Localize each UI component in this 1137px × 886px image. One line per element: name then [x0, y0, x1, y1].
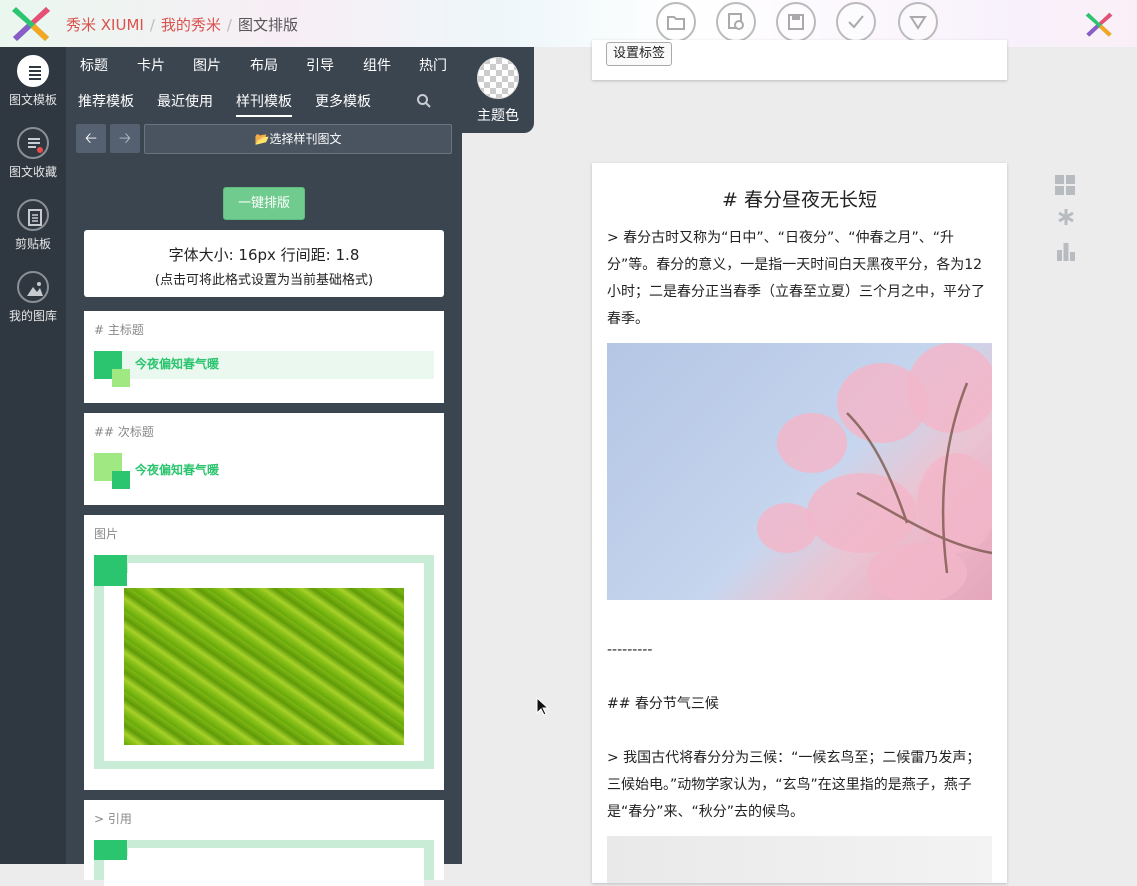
arrow-left-icon: 🡠 [84, 129, 98, 147]
article-divider[interactable]: --------- [607, 637, 993, 664]
set-tag-button[interactable]: 设置标签 [606, 42, 673, 66]
left-sidebar: 图文模板 图文收藏 剪贴板 我的图库 [0, 47, 66, 864]
tab-recent[interactable]: 最近使用 [157, 91, 213, 111]
asterisk-icon[interactable] [1057, 208, 1075, 226]
search-icon[interactable] [416, 93, 432, 109]
breadcrumb-current: 图文排版 [237, 16, 298, 34]
tab-hot[interactable]: 热门 [419, 55, 447, 75]
tab-more[interactable]: 更多模板 [315, 91, 371, 111]
font-info-line1: 字体大小: 16px 行间距: 1.8 [168, 246, 360, 264]
bar-chart-icon[interactable] [1056, 242, 1076, 262]
font-info-line2: (点击可将此格式设置为当前基础格式) [154, 273, 374, 288]
card-label: ## 次标题 [94, 425, 154, 439]
square-decor [94, 840, 127, 860]
sidebar-label: 我的图库 [8, 309, 57, 323]
xiumi-logo-icon[interactable] [10, 3, 52, 43]
tab-sample[interactable]: 样刊模板 [236, 91, 292, 117]
template-card-image[interactable]: 图片 [84, 515, 444, 790]
quote-frame-inner [104, 856, 424, 886]
mouse-cursor-icon [536, 697, 550, 716]
tab-image[interactable]: 图片 [193, 55, 221, 75]
grid-icon[interactable] [1055, 175, 1075, 195]
back-button[interactable]: 🡠 [76, 124, 106, 153]
clipboard-icon [17, 199, 49, 231]
sidebar-item-gallery[interactable]: 我的图库 [0, 271, 66, 324]
article-title[interactable]: # 春分昼夜无长短 [592, 185, 1007, 212]
dropdown-icon[interactable] [898, 2, 938, 42]
card-label: # 主标题 [94, 323, 144, 337]
square-decor [112, 471, 130, 489]
template-tabs: 推荐模板 最近使用 样刊模板 更多模板 [66, 91, 462, 119]
frame-line-decor [128, 563, 424, 573]
branch-decor [846, 382, 992, 574]
forward-button[interactable]: 🡢 [110, 124, 140, 153]
article-heading[interactable]: ## 春分节气三候 [607, 691, 993, 718]
square-decor [112, 369, 130, 387]
choose-sample-label: 选择样刊图文 [269, 132, 342, 146]
template-card-main-title[interactable]: # 主标题 今夜偏知春气暖 [84, 311, 444, 403]
article-editor[interactable]: # 春分昼夜无长短 > 春分古时又称为“日中”、“日夜分”、“仲春之月”、“升分… [592, 163, 1007, 883]
template-card-subtitle[interactable]: ## 次标题 今夜偏知春气暖 [84, 413, 444, 505]
tab-card[interactable]: 卡片 [137, 55, 165, 75]
cherry-blossom-image[interactable] [607, 343, 992, 600]
choose-sample-button[interactable]: 📂选择样刊图文 [144, 124, 452, 154]
save-icon[interactable] [776, 2, 816, 42]
check-icon[interactable] [836, 2, 876, 42]
tab-layout[interactable]: 布局 [250, 55, 278, 75]
one-key-layout-button[interactable]: 一键排版 [223, 187, 305, 220]
folder-open-icon: 📂 [254, 132, 270, 146]
category-tabs: 标题 卡片 图片 布局 引导 组件 热门 [66, 55, 462, 79]
sidebar-item-clipboard[interactable]: 剪贴板 [0, 199, 66, 252]
card-sample-text: 今夜偏知春气暖 [135, 463, 220, 477]
card-label: 图片 [94, 527, 119, 541]
breadcrumb-home[interactable]: 秀米 XIUMI [66, 16, 144, 34]
breadcrumb-my-xiumi[interactable]: 我的秀米 [161, 16, 221, 34]
tab-component[interactable]: 组件 [363, 55, 391, 75]
breadcrumb: 秀米 XIUMI / 我的秀米 / 图文排版 [66, 16, 298, 34]
theme-color-panel[interactable]: 主题色 [462, 47, 534, 133]
leaf-image [124, 588, 404, 745]
square-decor [94, 555, 127, 586]
sidebar-label: 剪贴板 [14, 237, 51, 251]
preview-icon[interactable] [716, 2, 756, 42]
article-paragraph[interactable]: > 我国古代将春分分为三候：“一候玄鸟至；二候雷乃发声；三候始电。”动物学家认为… [607, 745, 993, 826]
sidebar-item-templates[interactable]: 图文模板 [0, 55, 66, 108]
article-image[interactable] [607, 836, 992, 883]
tab-recommended[interactable]: 推荐模板 [78, 91, 134, 111]
sidebar-label: 图文模板 [8, 93, 57, 107]
favorite-icon [17, 127, 49, 159]
gallery-icon [17, 271, 49, 303]
tab-guide[interactable]: 引导 [306, 55, 334, 75]
card-label: > 引用 [94, 812, 132, 826]
article-paragraph[interactable]: > 春分古时又称为“日中”、“日夜分”、“仲春之月”、“升分”等。春分的意义，一… [607, 225, 993, 333]
arrow-right-icon: 🡢 [118, 129, 132, 147]
card-sample-text: 今夜偏知春气暖 [135, 357, 220, 371]
template-panel: 标题 卡片 图片 布局 引导 组件 热门 推荐模板 最近使用 样刊模板 更多模板… [66, 47, 462, 886]
folder-icon[interactable] [656, 2, 696, 42]
template-icon [17, 55, 49, 87]
sidebar-label: 图文收藏 [8, 165, 57, 179]
template-card-quote[interactable]: > 引用 [84, 800, 444, 886]
base-format-card[interactable]: 字体大小: 16px 行间距: 1.8 (点击可将此格式设置为当前基础格式) [84, 230, 444, 297]
sidebar-item-favorites[interactable]: 图文收藏 [0, 127, 66, 180]
tab-title[interactable]: 标题 [80, 55, 108, 75]
xiumi-small-logo-icon[interactable] [1084, 10, 1114, 38]
previous-article-card: 设置标签 [592, 40, 1007, 80]
theme-color-label: 主题色 [477, 108, 519, 124]
theme-color-swatch[interactable] [477, 57, 519, 99]
